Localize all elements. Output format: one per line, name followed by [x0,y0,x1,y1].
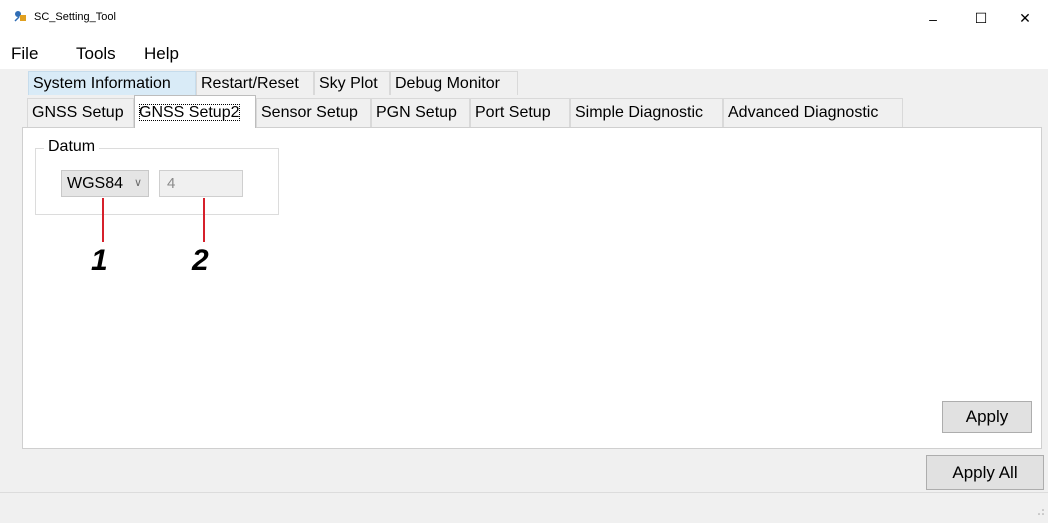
status-bar [0,492,1048,519]
tab-sensor-setup[interactable]: Sensor Setup [256,98,371,127]
tab-restart-reset[interactable]: Restart/Reset [196,71,314,95]
tab-label: Sky Plot [319,75,378,92]
tab-label: Sensor Setup [261,104,358,121]
minimize-icon: – [929,10,937,27]
title-bar [0,0,1048,37]
tab-system-information[interactable]: System Information [28,71,196,95]
callout-2-label: 2 [192,244,209,277]
apply-all-button[interactable]: Apply All [926,455,1044,490]
tab-label: Simple Diagnostic [575,104,704,121]
tab-gnss-setup[interactable]: GNSS Setup [27,98,134,127]
datum-select[interactable]: WGS84 ∨ [61,170,149,197]
callout-1-line [102,198,104,242]
tab-sky-plot[interactable]: Sky Plot [314,71,390,95]
chevron-down-icon: ∨ [133,177,142,189]
app-icon [13,9,29,25]
close-button[interactable]: ✕ [1002,0,1048,37]
close-icon: ✕ [1019,10,1031,26]
resize-grip-icon[interactable] [1037,505,1045,515]
tab-label: GNSS Setup2 [139,104,240,121]
tab-label: Port Setup [475,104,551,121]
menu-file[interactable]: File [11,44,38,64]
datum-number-field: 4 [159,170,243,197]
datum-group-label: Datum [44,137,100,157]
callout-2-line [203,198,205,242]
maximize-icon: ☐ [974,10,988,26]
minimize-button[interactable]: – [910,0,956,37]
menu-help[interactable]: Help [144,44,179,64]
tab-advanced-diagnostic[interactable]: Advanced Diagnostic [723,98,903,127]
window-title: SC_Setting_Tool [34,11,116,23]
tab-label: GNSS Setup [32,104,124,121]
tab-debug-monitor[interactable]: Debug Monitor [390,71,518,95]
tab-simple-diagnostic[interactable]: Simple Diagnostic [570,98,723,127]
tab-label: Restart/Reset [201,75,299,92]
datum-select-value: WGS84 [67,175,124,192]
tab-gnss-setup2[interactable]: GNSS Setup2 [134,95,256,128]
tab-label: System Information [33,75,171,92]
maximize-button[interactable]: ☐ [958,0,1004,37]
menu-tools[interactable]: Tools [76,44,116,64]
callout-1-label: 1 [91,244,108,277]
tab-label: Advanced Diagnostic [728,104,879,121]
tab-label: Debug Monitor [395,75,500,92]
tab-port-setup[interactable]: Port Setup [470,98,570,127]
tab-pgn-setup[interactable]: PGN Setup [371,98,470,127]
tab-label: PGN Setup [376,104,457,121]
apply-button[interactable]: Apply [942,401,1032,433]
